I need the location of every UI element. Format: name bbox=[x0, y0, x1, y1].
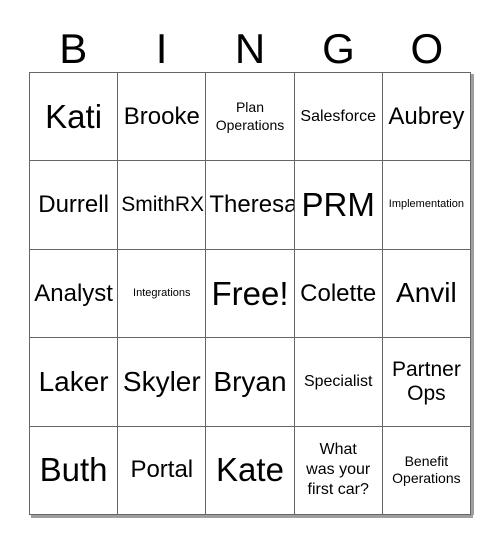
bingo-cell-n4[interactable]: Bryan bbox=[206, 338, 295, 427]
bingo-cell-n2[interactable]: Theresa bbox=[206, 161, 295, 250]
bingo-cell-o5[interactable]: Benefit Operations bbox=[382, 426, 471, 515]
bingo-cell-b2[interactable]: Durrell bbox=[30, 161, 119, 250]
bingo-cell-o4[interactable]: Partner Ops bbox=[382, 338, 471, 427]
bingo-cell-label: Portal bbox=[130, 456, 194, 484]
bingo-header-row: B I N G O bbox=[29, 18, 471, 72]
bingo-cell-b3[interactable]: Analyst bbox=[30, 249, 119, 339]
bingo-cell-b1[interactable]: Kati bbox=[30, 73, 119, 162]
bingo-cell-i4[interactable]: Skyler bbox=[118, 338, 207, 427]
bingo-cell-g3[interactable]: Colette bbox=[294, 249, 383, 339]
bingo-cell-free-space[interactable]: Free! bbox=[206, 249, 295, 339]
bingo-cell-i2[interactable]: SmithRX bbox=[118, 161, 207, 250]
bingo-cell-label: Implementation bbox=[388, 198, 464, 211]
bingo-cell-b5[interactable]: Buth bbox=[30, 426, 119, 515]
bingo-cell-label: What was your first car? bbox=[306, 441, 371, 499]
bingo-free-space-label: Free! bbox=[211, 274, 289, 312]
bingo-cell-i1[interactable]: Brooke bbox=[118, 73, 207, 162]
bingo-cell-label: Benefit Operations bbox=[392, 452, 461, 487]
bingo-header-letter-o: O bbox=[410, 25, 444, 72]
bingo-cell-g4[interactable]: Specialist bbox=[294, 338, 383, 427]
grid-edge-shadow-right bbox=[471, 74, 474, 515]
bingo-cell-g5[interactable]: What was your first car? bbox=[294, 426, 383, 515]
bingo-cell-i5[interactable]: Portal bbox=[118, 426, 207, 515]
bingo-cell-label: Analyst bbox=[34, 279, 113, 307]
bingo-cell-b4[interactable]: Laker bbox=[30, 338, 119, 427]
bingo-cell-label: Salesforce bbox=[300, 107, 376, 125]
bingo-header-letter-n: N bbox=[234, 25, 266, 72]
bingo-cell-n1[interactable]: Plan Operations bbox=[206, 73, 295, 162]
bingo-cell-label: Durrell bbox=[38, 191, 109, 219]
grid-edge-shadow-bottom bbox=[31, 515, 473, 518]
bingo-cell-o2[interactable]: Implementation bbox=[382, 161, 471, 250]
bingo-cell-label: Kati bbox=[45, 97, 103, 135]
bingo-cell-g1[interactable]: Salesforce bbox=[294, 73, 383, 162]
bingo-cell-label: Partner Ops bbox=[391, 358, 461, 405]
bingo-cell-label: Kate bbox=[216, 451, 284, 489]
bingo-cell-i3[interactable]: Integrations bbox=[118, 249, 207, 339]
bingo-cell-label: Brooke bbox=[123, 102, 200, 130]
bingo-header-letter-g: G bbox=[322, 25, 355, 72]
bingo-cell-label: Skyler bbox=[122, 365, 201, 397]
bingo-cell-label: Plan Operations bbox=[215, 99, 285, 133]
bingo-cell-label: Bryan bbox=[213, 365, 287, 397]
bingo-cell-label: Integrations bbox=[133, 286, 191, 299]
bingo-cell-label: Buth bbox=[39, 451, 108, 489]
bingo-cell-label: Theresa bbox=[209, 191, 295, 219]
bingo-cell-n5[interactable]: Kate bbox=[206, 426, 295, 515]
bingo-cell-label: Specialist bbox=[303, 372, 373, 390]
bingo-cell-label: Aubrey bbox=[388, 102, 465, 130]
bingo-cell-label: Colette bbox=[300, 279, 377, 307]
bingo-cell-o1[interactable]: Aubrey bbox=[382, 73, 471, 162]
bingo-grid: Kati Brooke Plan Operations Salesforce A… bbox=[29, 72, 471, 515]
bingo-header-letter-i: I bbox=[155, 25, 168, 72]
bingo-cell-o3[interactable]: Anvil bbox=[382, 249, 471, 339]
bingo-cell-g2[interactable]: PRM bbox=[294, 161, 383, 250]
bingo-card: B I N G O Kati Brooke Plan Operations Sa… bbox=[0, 0, 500, 544]
bingo-cell-label: Laker bbox=[38, 365, 109, 397]
bingo-cell-label: PRM bbox=[301, 186, 375, 224]
bingo-header-letter-b: B bbox=[59, 25, 88, 72]
bingo-cell-label: SmithRX bbox=[121, 193, 205, 217]
bingo-cell-label: Anvil bbox=[396, 277, 457, 309]
